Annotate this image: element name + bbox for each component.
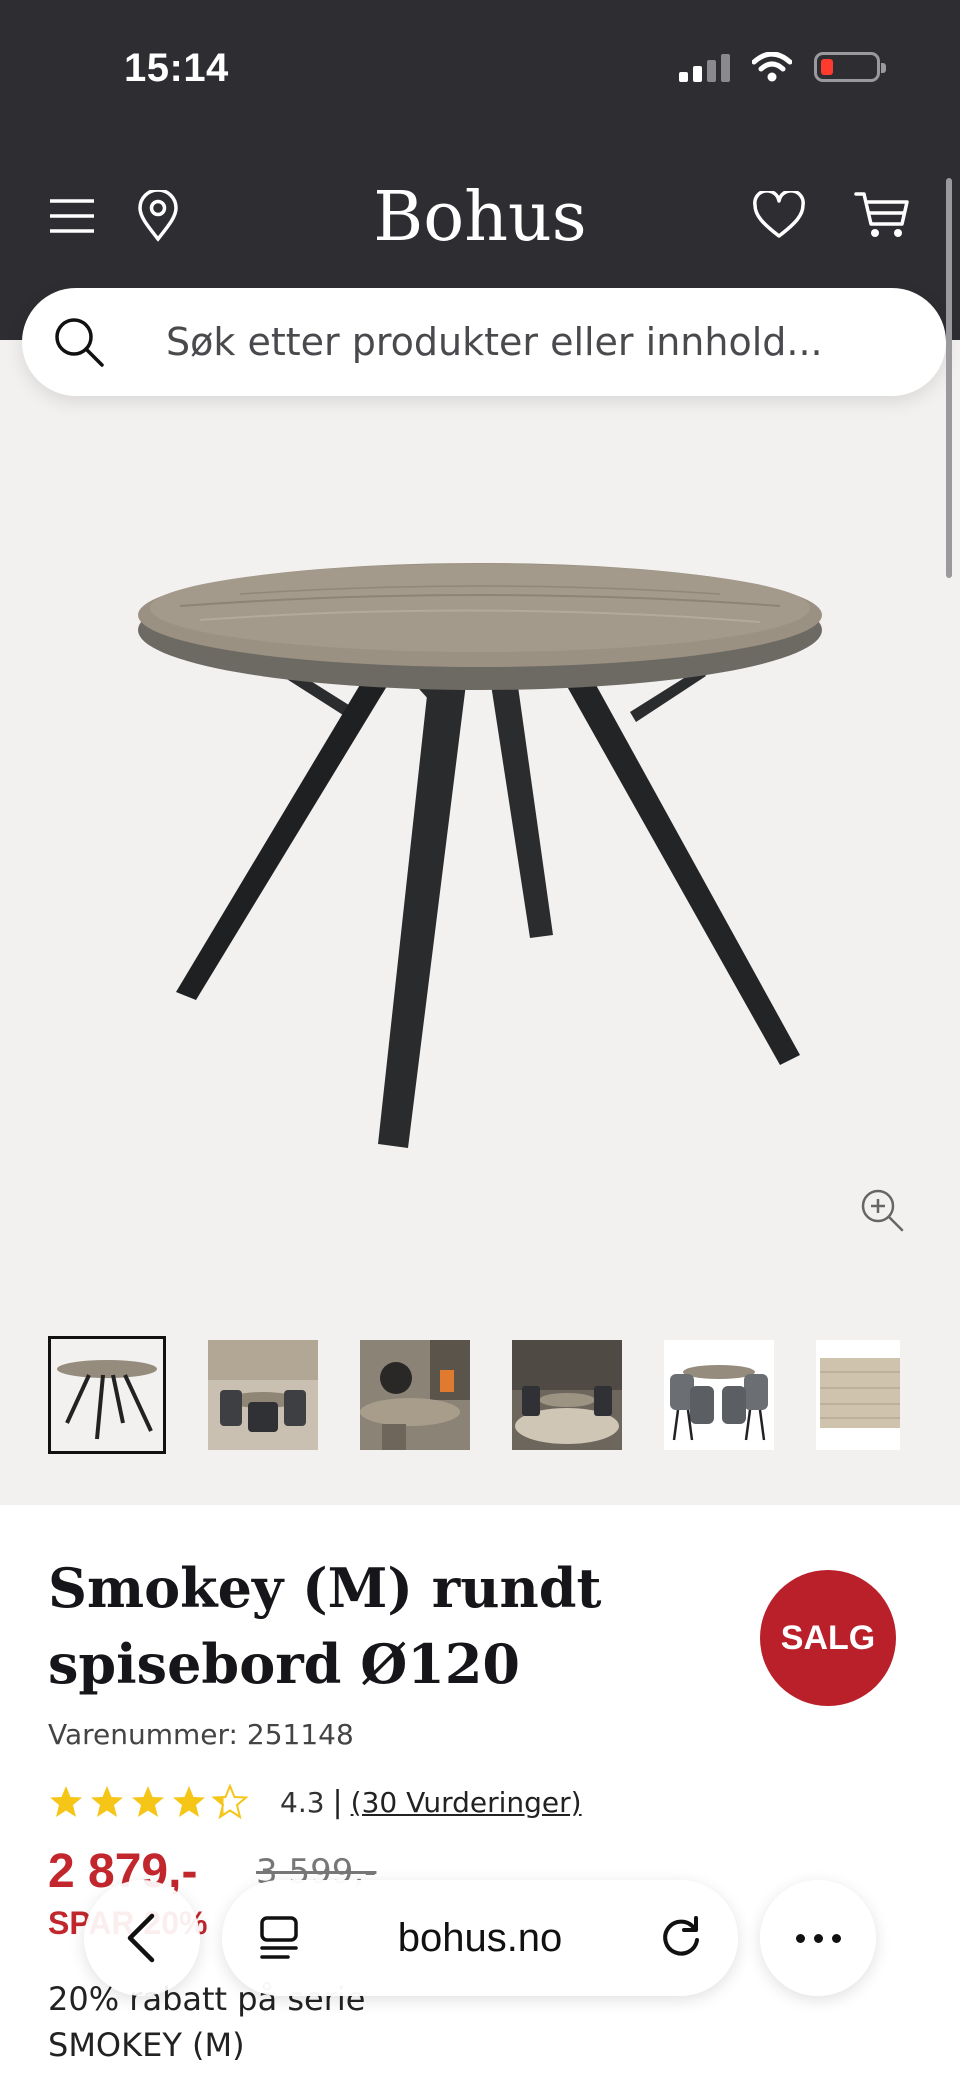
thumbnail-3[interactable]	[360, 1340, 470, 1450]
rating-value: 4.3	[280, 1785, 325, 1819]
browser-back-button[interactable]	[84, 1880, 200, 1996]
wifi-icon	[752, 52, 792, 82]
ellipsis-icon	[795, 1933, 805, 1943]
status-icons	[679, 52, 886, 82]
product-rating: 4.3 | (30 Vurderinger)	[48, 1782, 582, 1822]
thumbnail-4[interactable]	[512, 1340, 622, 1450]
thumbnail-5[interactable]	[664, 1340, 774, 1450]
product-sku: Varenummer: 251148	[48, 1718, 354, 1751]
cellular-signal-icon	[679, 52, 730, 82]
chevron-left-icon	[127, 1913, 155, 1963]
battery-icon	[814, 52, 886, 82]
cart-icon[interactable]	[854, 190, 910, 240]
status-time: 15:14	[124, 46, 229, 90]
reload-icon[interactable]	[658, 1914, 704, 1960]
product-image[interactable]	[0, 400, 960, 1340]
search-bar[interactable]	[22, 288, 946, 396]
product-title: Smokey (M) rundt spisebord Ø120	[48, 1556, 602, 1696]
browser-address-bar[interactable]: bohus.no	[222, 1880, 738, 1996]
reviews-link[interactable]: (30 Vurderinger)	[351, 1786, 582, 1819]
search-input[interactable]	[166, 320, 926, 364]
more-options-button[interactable]	[760, 1880, 876, 1996]
thumbnail-1[interactable]	[48, 1336, 166, 1454]
thumbnail-2[interactable]	[208, 1340, 318, 1450]
search-icon[interactable]	[52, 315, 106, 369]
thumbnail-strip	[48, 1336, 900, 1454]
zoom-in-icon[interactable]	[858, 1186, 906, 1234]
star-rating-icon	[50, 1785, 247, 1818]
heart-icon[interactable]	[752, 191, 806, 239]
rating-separator: |	[332, 1784, 343, 1820]
thumbnail-6[interactable]	[816, 1340, 900, 1450]
sale-badge: SALG	[760, 1570, 896, 1706]
